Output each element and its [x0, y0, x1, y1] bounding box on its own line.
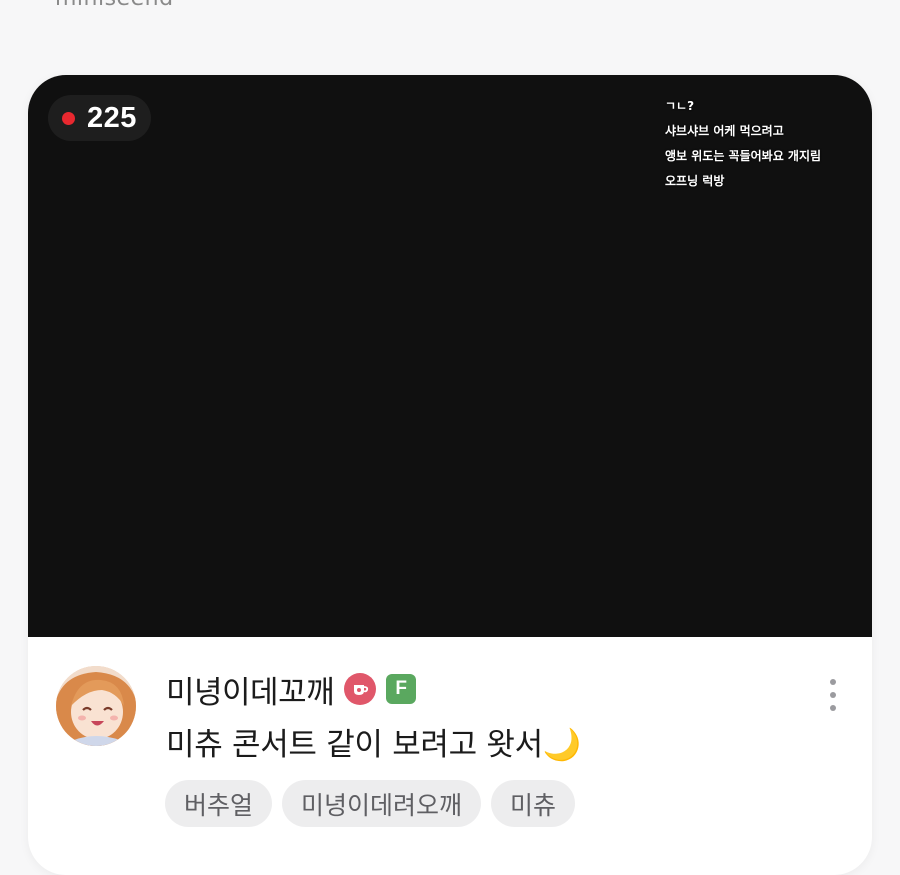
streamer-avatar[interactable]	[56, 666, 136, 746]
dot	[830, 679, 836, 685]
fan-badge-icon: F	[386, 674, 417, 704]
dot	[830, 692, 836, 698]
cup-badge-icon	[344, 673, 377, 705]
stream-thumbnail[interactable]: 225 ㄱㄴ? 샤브샤브 어케 먹으려고 앵보 위도는 꼭들어봐요 개지림 오프…	[28, 75, 872, 637]
chat-line: ㄱㄴ?	[665, 99, 695, 113]
streamer-name[interactable]: 미녕이데꼬깨	[166, 667, 335, 712]
tag-virtual[interactable]: 버추얼	[165, 780, 273, 827]
viewer-count-badge: 225	[48, 95, 151, 141]
tag-channel[interactable]: 미녕이데려오깨	[282, 780, 482, 827]
live-stream-card[interactable]: 225 ㄱㄴ? 샤브샤브 어케 먹으려고 앵보 위도는 꼭들어봐요 개지림 오프…	[28, 75, 872, 875]
avatar-image	[56, 666, 136, 746]
chat-line: 앵보 위도는 꼭들어봐요 개지림	[665, 149, 822, 163]
viewer-count: 225	[87, 101, 137, 134]
chat-line: 샤브샤브 어케 먹으려고	[665, 124, 784, 138]
tag-list: 버추얼 미녕이데려오깨 미츄	[165, 780, 576, 827]
more-options-icon[interactable]	[818, 675, 848, 715]
stream-info: 미녕이데꼬깨 F 미츄 콘서트 같이 보려고 왓서🌙 버추얼 미녕이데려오깨 미…	[28, 637, 872, 875]
live-dot-icon	[62, 111, 75, 125]
previous-item-text-cut: miniseend	[55, 0, 174, 11]
chat-overlay: ㄱㄴ? 샤브샤브 어케 먹으려고 앵보 위도는 꼭들어봐요 개지림 오프닝 럭방	[665, 94, 821, 194]
stream-title[interactable]: 미츄 콘서트 같이 보려고 왓서🌙	[166, 719, 581, 764]
dot	[830, 705, 836, 711]
streamer-row: 미녕이데꼬깨 F	[166, 667, 417, 712]
chat-line: 오프닝 럭방	[665, 174, 725, 188]
tag-michu[interactable]: 미츄	[491, 780, 576, 827]
